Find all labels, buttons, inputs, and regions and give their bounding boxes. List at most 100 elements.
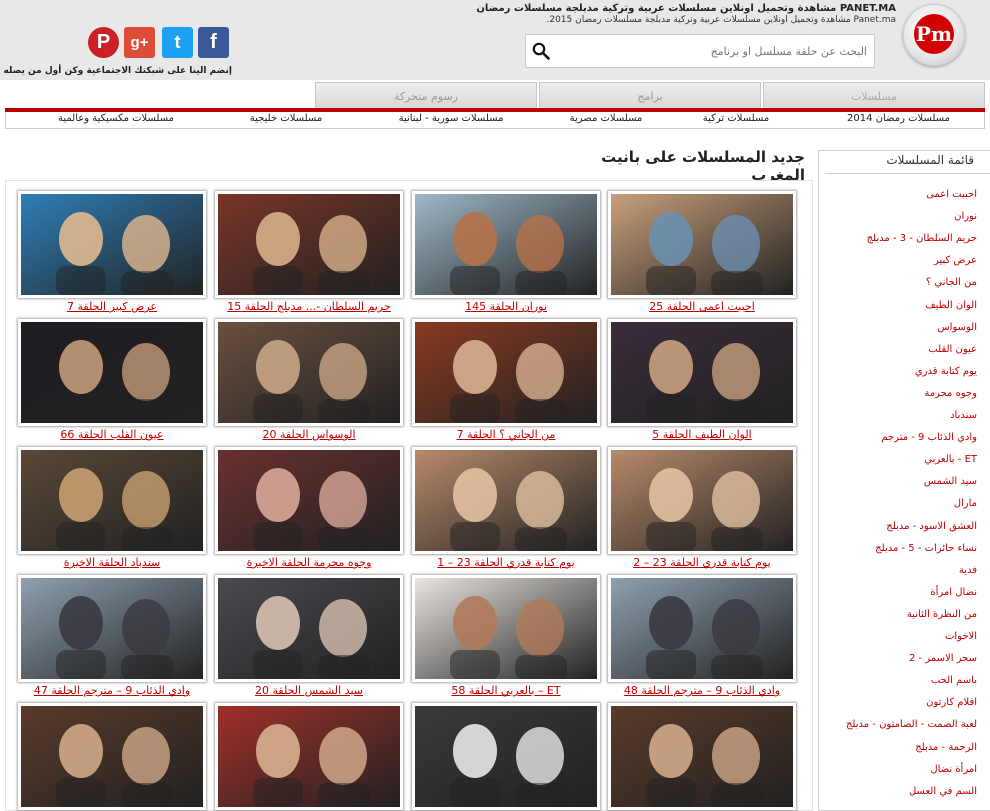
sidebar-item[interactable]: احببت اعمى xyxy=(926,189,977,207)
sidebar-item[interactable]: لعبة الصمت - الصامتون - مدبلج xyxy=(846,719,977,737)
sidebar-item[interactable]: حريم السلطان - 3 - مدبلج xyxy=(867,233,977,251)
series-card-label[interactable]: ET – بالعربي الحلقة 58 xyxy=(402,684,610,697)
subnav-turkish[interactable]: مسلسلات تركية xyxy=(671,113,801,124)
series-card-label[interactable]: احببت اعمى الحلقة 25 xyxy=(598,300,806,313)
series-thumbnail[interactable] xyxy=(215,703,403,810)
sidebar-item[interactable]: مارال xyxy=(954,498,977,516)
series-card[interactable]: وادي الذئاب 9 – مترجم الحلقة 47 xyxy=(18,575,206,705)
sidebar-item[interactable]: سندباد xyxy=(950,410,977,428)
sidebar-item[interactable]: افلام كارتون xyxy=(926,697,977,715)
series-thumbnail[interactable] xyxy=(412,319,600,426)
series-thumbnail[interactable] xyxy=(412,191,600,298)
series-thumbnail[interactable] xyxy=(608,703,796,810)
series-card[interactable]: وجوه محرمة الحلقة الاخيرة xyxy=(215,447,403,577)
search-input[interactable] xyxy=(556,35,871,67)
tab-cartoons[interactable]: رسوم متحركة xyxy=(315,82,537,109)
sidebar-item[interactable]: وجوه محرمة xyxy=(924,388,977,406)
sidebar-item[interactable]: العشق الاسود - مدبلج xyxy=(886,521,977,539)
search-button[interactable] xyxy=(528,39,554,63)
series-card[interactable]: سيد الشمس الحلقة 20 xyxy=(215,575,403,705)
sidebar-item[interactable]: السم في العسل xyxy=(909,786,977,804)
sidebar-item[interactable]: الاخوات xyxy=(945,631,977,649)
series-card-label[interactable]: يوم كتابة قدري الحلقة 23 – 1 xyxy=(402,556,610,569)
series-card[interactable]: حريم السلطان -... مدبلج الحلقة 15 xyxy=(215,191,403,321)
subnav-syrian-lebanese[interactable]: مسلسلات سورية - لبنانية xyxy=(366,113,536,124)
series-card-label[interactable]: نوران الحلقة 145 xyxy=(402,300,610,313)
sidebar-item[interactable]: عرض كبير xyxy=(934,255,977,273)
twitter-icon[interactable]: t xyxy=(162,27,193,58)
series-thumbnail[interactable] xyxy=(215,191,403,298)
sidebar-item[interactable]: يوم كتابة قدري xyxy=(915,366,977,384)
subnav-ramadan-2014[interactable]: مسلسلات رمضان 2014 xyxy=(816,113,981,124)
series-card[interactable] xyxy=(608,703,796,811)
sidebar-item[interactable]: عيون القلب xyxy=(928,344,977,362)
series-card[interactable]: ET – بالعربي الحلقة 58 xyxy=(412,575,600,705)
facebook-icon[interactable]: f xyxy=(198,27,229,58)
series-thumbnail[interactable] xyxy=(18,703,206,810)
site-logo[interactable]: Pm xyxy=(903,4,965,66)
series-thumbnail[interactable] xyxy=(412,447,600,554)
sidebar-item[interactable]: الوسواس xyxy=(937,322,977,340)
sidebar-item[interactable]: فدية xyxy=(959,565,977,583)
series-card[interactable]: عيون القلب الحلقة 66 xyxy=(18,319,206,449)
sidebar-item[interactable]: امرأة نضال xyxy=(930,764,977,782)
series-card-label[interactable]: وادي الذئاب 9 – مترجم الحلقة 48 xyxy=(598,684,806,697)
series-thumbnail[interactable] xyxy=(412,575,600,682)
subnav-gulf[interactable]: مسلسلات خليجية xyxy=(221,113,351,124)
sidebar-item[interactable]: سيد الشمس xyxy=(924,476,977,494)
sidebar-item[interactable]: الرحمة - مدبلج xyxy=(915,742,977,760)
subnav-mexican-world[interactable]: مسلسلات مكسيكية وعالمية xyxy=(36,113,196,124)
series-card[interactable]: يوم كتابة قدري الحلقة 23 – 1 xyxy=(412,447,600,577)
series-card[interactable]: احببت اعمى الحلقة 25 xyxy=(608,191,796,321)
series-card-label[interactable]: الوسواس الحلقة 20 xyxy=(205,428,413,441)
series-thumbnail[interactable] xyxy=(18,447,206,554)
series-card[interactable]: سندباد الحلقة الاخيرة xyxy=(18,447,206,577)
series-card[interactable]: نوران الحلقة 145 xyxy=(412,191,600,321)
sidebar-item[interactable]: ET - بالعربي xyxy=(924,454,977,472)
tab-programs[interactable]: برامج xyxy=(539,82,761,109)
sidebar-item[interactable]: من النظرة الثانية xyxy=(907,609,977,627)
tab-series[interactable]: مسلسلات xyxy=(763,82,985,109)
series-card[interactable]: يوم كتابة قدري الحلقة 23 – 2 xyxy=(608,447,796,577)
sidebar-item[interactable]: من الجاني ؟ xyxy=(926,277,977,295)
series-thumbnail[interactable] xyxy=(215,447,403,554)
series-card[interactable]: من الجاني ؟ الحلقة 7 xyxy=(412,319,600,449)
google-plus-icon[interactable]: g+ xyxy=(124,27,155,58)
series-thumbnail[interactable] xyxy=(215,319,403,426)
series-thumbnail[interactable] xyxy=(608,575,796,682)
series-card[interactable] xyxy=(215,703,403,811)
pinterest-icon[interactable]: P xyxy=(88,27,119,58)
series-card-label[interactable]: عرض كبير الحلقة 7 xyxy=(8,300,216,313)
series-thumbnail[interactable] xyxy=(608,191,796,298)
series-card[interactable]: عرض كبير الحلقة 7 xyxy=(18,191,206,321)
series-thumbnail[interactable] xyxy=(18,319,206,426)
subnav-egyptian[interactable]: مسلسلات مصرية xyxy=(541,113,671,124)
series-thumbnail[interactable] xyxy=(608,447,796,554)
sidebar-item[interactable]: نضال امرأة xyxy=(930,587,977,605)
series-card-label[interactable]: سيد الشمس الحلقة 20 xyxy=(205,684,413,697)
sidebar-item[interactable]: نساء حائرات - 5 - مدبلج xyxy=(875,543,977,561)
sidebar-item[interactable]: وادي الذئاب 9 - مترجم xyxy=(881,432,977,450)
sidebar-item[interactable]: سحر الاسمر - 2 xyxy=(909,653,977,671)
sidebar-item[interactable]: الوان الطيف xyxy=(925,300,977,318)
series-card[interactable] xyxy=(18,703,206,811)
series-thumbnail[interactable] xyxy=(608,319,796,426)
series-card[interactable]: الوسواس الحلقة 20 xyxy=(215,319,403,449)
sidebar-item[interactable]: باسم الحب xyxy=(931,675,977,693)
series-card-label[interactable]: عيون القلب الحلقة 66 xyxy=(8,428,216,441)
series-thumbnail[interactable] xyxy=(412,703,600,810)
series-card[interactable]: وادي الذئاب 9 – مترجم الحلقة 48 xyxy=(608,575,796,705)
series-card-label[interactable]: وادي الذئاب 9 – مترجم الحلقة 47 xyxy=(8,684,216,697)
series-card[interactable]: الوان الطيف الحلقة 5 xyxy=(608,319,796,449)
series-card-label[interactable]: يوم كتابة قدري الحلقة 23 – 2 xyxy=(598,556,806,569)
series-thumbnail[interactable] xyxy=(18,191,206,298)
series-thumbnail[interactable] xyxy=(18,575,206,682)
series-card-label[interactable]: حريم السلطان -... مدبلج الحلقة 15 xyxy=(205,300,413,313)
series-card-label[interactable]: الوان الطيف الحلقة 5 xyxy=(598,428,806,441)
series-card-label[interactable]: سندباد الحلقة الاخيرة xyxy=(8,556,216,569)
series-card-label[interactable]: وجوه محرمة الحلقة الاخيرة xyxy=(205,556,413,569)
series-thumbnail[interactable] xyxy=(215,575,403,682)
series-card-label[interactable]: من الجاني ؟ الحلقة 7 xyxy=(402,428,610,441)
sidebar-item[interactable]: نوران xyxy=(954,211,977,229)
series-card[interactable] xyxy=(412,703,600,811)
